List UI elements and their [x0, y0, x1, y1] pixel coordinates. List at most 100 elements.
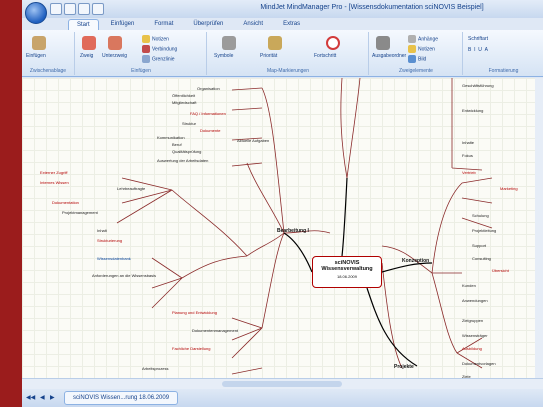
- map-topic[interactable]: Ausbildung: [462, 346, 482, 351]
- tab-einfuegen[interactable]: Einfügen: [103, 19, 143, 30]
- relationship-icon: [142, 45, 150, 53]
- ribbon-tabs: Start Einfügen Format Überprüfen Ansicht…: [68, 19, 308, 30]
- image-button[interactable]: Bild: [408, 55, 426, 63]
- map-topic[interactable]: Auswertung der Arbeitsdaten: [157, 158, 208, 163]
- priority-icon[interactable]: [268, 36, 282, 50]
- map-topic[interactable]: Externer Zugriff: [40, 170, 68, 175]
- map-topic[interactable]: FAQ / Informationen: [190, 111, 226, 116]
- map-topic[interactable]: Aktuelle Aufgaben: [237, 138, 269, 143]
- map-topic[interactable]: Wissensdatenbank: [97, 256, 131, 261]
- progress-button[interactable]: Fortschritt: [314, 53, 336, 59]
- map-topic[interactable]: Dokumentvorlagen: [462, 361, 496, 366]
- map-topic[interactable]: Entwicklung: [462, 108, 483, 113]
- map-topic[interactable]: Mitgliedschaft: [172, 100, 196, 105]
- map-topic[interactable]: Zielgruppen: [462, 318, 483, 323]
- map-topic[interactable]: Projektmanagement: [62, 210, 98, 215]
- vertical-scrollbar[interactable]: [535, 78, 543, 378]
- map-topic[interactable]: Übersicht: [492, 268, 509, 273]
- map-topic[interactable]: Planung und Entwicklung: [172, 310, 217, 315]
- boundary-icon: [142, 55, 150, 63]
- hyperlink-button[interactable]: Ausgabeordner: [372, 53, 406, 59]
- symbols-icon[interactable]: [222, 36, 236, 50]
- map-topic[interactable]: Beruf: [172, 142, 182, 147]
- map-topic[interactable]: Dokumentenmanagement: [192, 328, 238, 333]
- map-topic[interactable]: Öffentlichkeit: [172, 93, 195, 98]
- group-label: Einfügen: [131, 68, 151, 74]
- group-zweigelemente: Ausgabeordner Anhänge Notizen Bild Zweig…: [370, 32, 463, 75]
- map-connectors: [116, 78, 493, 375]
- application-menu-button[interactable]: [25, 2, 47, 24]
- map-topic[interactable]: Kunden: [462, 283, 476, 288]
- main-topic-konzeption[interactable]: Konzeption: [402, 258, 429, 264]
- tab-extras[interactable]: Extras: [275, 19, 308, 30]
- hyperlink-icon[interactable]: [376, 36, 390, 50]
- subtopic-icon[interactable]: [108, 36, 122, 50]
- new-icon[interactable]: [50, 3, 62, 15]
- topic-icon[interactable]: [82, 36, 96, 50]
- priority-button[interactable]: Priorität: [260, 53, 277, 59]
- central-topic[interactable]: sciNOVIS Wissensverwaltung 18.06.2009: [312, 256, 382, 288]
- prev-doc-icon[interactable]: ◀: [40, 394, 45, 401]
- map-topic[interactable]: Fachliche Darstellung: [172, 346, 210, 351]
- map-topic[interactable]: Wissensträger: [462, 333, 488, 338]
- main-topic-projekte[interactable]: Projekte: [394, 364, 414, 370]
- map-canvas[interactable]: sciNOVIS Wissensverwaltung 18.06.2009 Be…: [22, 78, 543, 391]
- paste-icon[interactable]: [32, 36, 46, 50]
- central-topic-date: 18.06.2009: [336, 274, 358, 279]
- next-doc-icon[interactable]: ▶: [50, 394, 55, 401]
- map-topic[interactable]: Marketing: [500, 186, 518, 191]
- map-topic[interactable]: Schulung: [472, 213, 489, 218]
- group-einfuegen: Zweig Unterzweig Notizen Verbindung Gren…: [76, 32, 207, 75]
- paste-button[interactable]: Einfügen: [26, 53, 46, 59]
- attachment-icon: [408, 35, 416, 43]
- notes2-button[interactable]: Notizen: [408, 45, 435, 53]
- map-topic[interactable]: Lehrbeauftragte: [117, 186, 145, 191]
- group-label: Zwischenablage: [29, 68, 67, 74]
- map-topic[interactable]: Dokumentation: [52, 200, 79, 205]
- tab-start[interactable]: Start: [68, 19, 99, 30]
- subtopic-button[interactable]: Unterzweig: [102, 53, 127, 59]
- tab-ansicht[interactable]: Ansicht: [235, 19, 271, 30]
- horizontal-scrollbar[interactable]: [22, 378, 543, 389]
- undo-icon[interactable]: [78, 3, 90, 15]
- map-topic[interactable]: Inhalt: [97, 228, 107, 233]
- tab-ueberpruefen[interactable]: Überprüfen: [185, 19, 231, 30]
- window-title: MindJet MindManager Pro - [Wissensdokume…: [260, 4, 484, 11]
- tab-format[interactable]: Format: [146, 19, 181, 30]
- boundary-button[interactable]: Grenzlinie: [142, 55, 175, 63]
- progress-icon[interactable]: [326, 36, 340, 50]
- topic-button[interactable]: Zweig: [80, 53, 93, 59]
- relationship-button[interactable]: Verbindung: [142, 45, 177, 53]
- group-label: Formatierung: [488, 68, 519, 74]
- group-map-markierungen: Symbole Priorität Fortschritt Map-Markie…: [208, 32, 369, 75]
- map-topic[interactable]: Struktur: [182, 121, 196, 126]
- map-topic[interactable]: Projektleitung: [472, 228, 496, 233]
- map-topic[interactable]: Dokumente: [200, 128, 220, 133]
- redo-icon[interactable]: [92, 3, 104, 15]
- font-button[interactable]: Schriftart: [468, 36, 488, 42]
- quick-access-toolbar: [50, 3, 104, 15]
- map-topic[interactable]: Anforderungen an die Wissensbasis: [92, 273, 156, 278]
- map-topic[interactable]: Inhalte: [462, 140, 474, 145]
- save-icon[interactable]: [64, 3, 76, 15]
- attachments-button[interactable]: Anhänge: [408, 35, 438, 43]
- map-topic[interactable]: Anwendungen: [462, 298, 488, 303]
- map-topic[interactable]: Strukturierung: [97, 238, 122, 243]
- main-topic-bearbeitung[interactable]: Bearbeitung I: [277, 228, 309, 234]
- map-topic[interactable]: Kommunikation: [157, 135, 185, 140]
- symbols-button[interactable]: Symbole: [214, 53, 233, 59]
- map-topic[interactable]: Fokus: [462, 153, 473, 158]
- map-topic[interactable]: Internes Wissen: [40, 180, 69, 185]
- document-tab[interactable]: sciNOVIS Wissen...rung 18.06.2009: [64, 391, 179, 405]
- map-topic[interactable]: Arbeitsprozess: [142, 366, 168, 371]
- first-doc-icon[interactable]: ◀◀: [26, 394, 35, 401]
- map-topic[interactable]: Consulting: [472, 256, 491, 261]
- map-topic[interactable]: Support: [472, 243, 486, 248]
- map-topic[interactable]: Qualitätsprüfung: [172, 149, 201, 154]
- notes-button[interactable]: Notizen: [142, 35, 169, 43]
- map-topic[interactable]: Geschäftsführung: [462, 83, 494, 88]
- scrollbar-thumb[interactable]: [222, 381, 342, 387]
- map-topic[interactable]: Organisation: [197, 86, 220, 91]
- map-topic[interactable]: Vertrieb: [462, 170, 476, 175]
- font-style-buttons[interactable]: B I U A: [468, 47, 488, 53]
